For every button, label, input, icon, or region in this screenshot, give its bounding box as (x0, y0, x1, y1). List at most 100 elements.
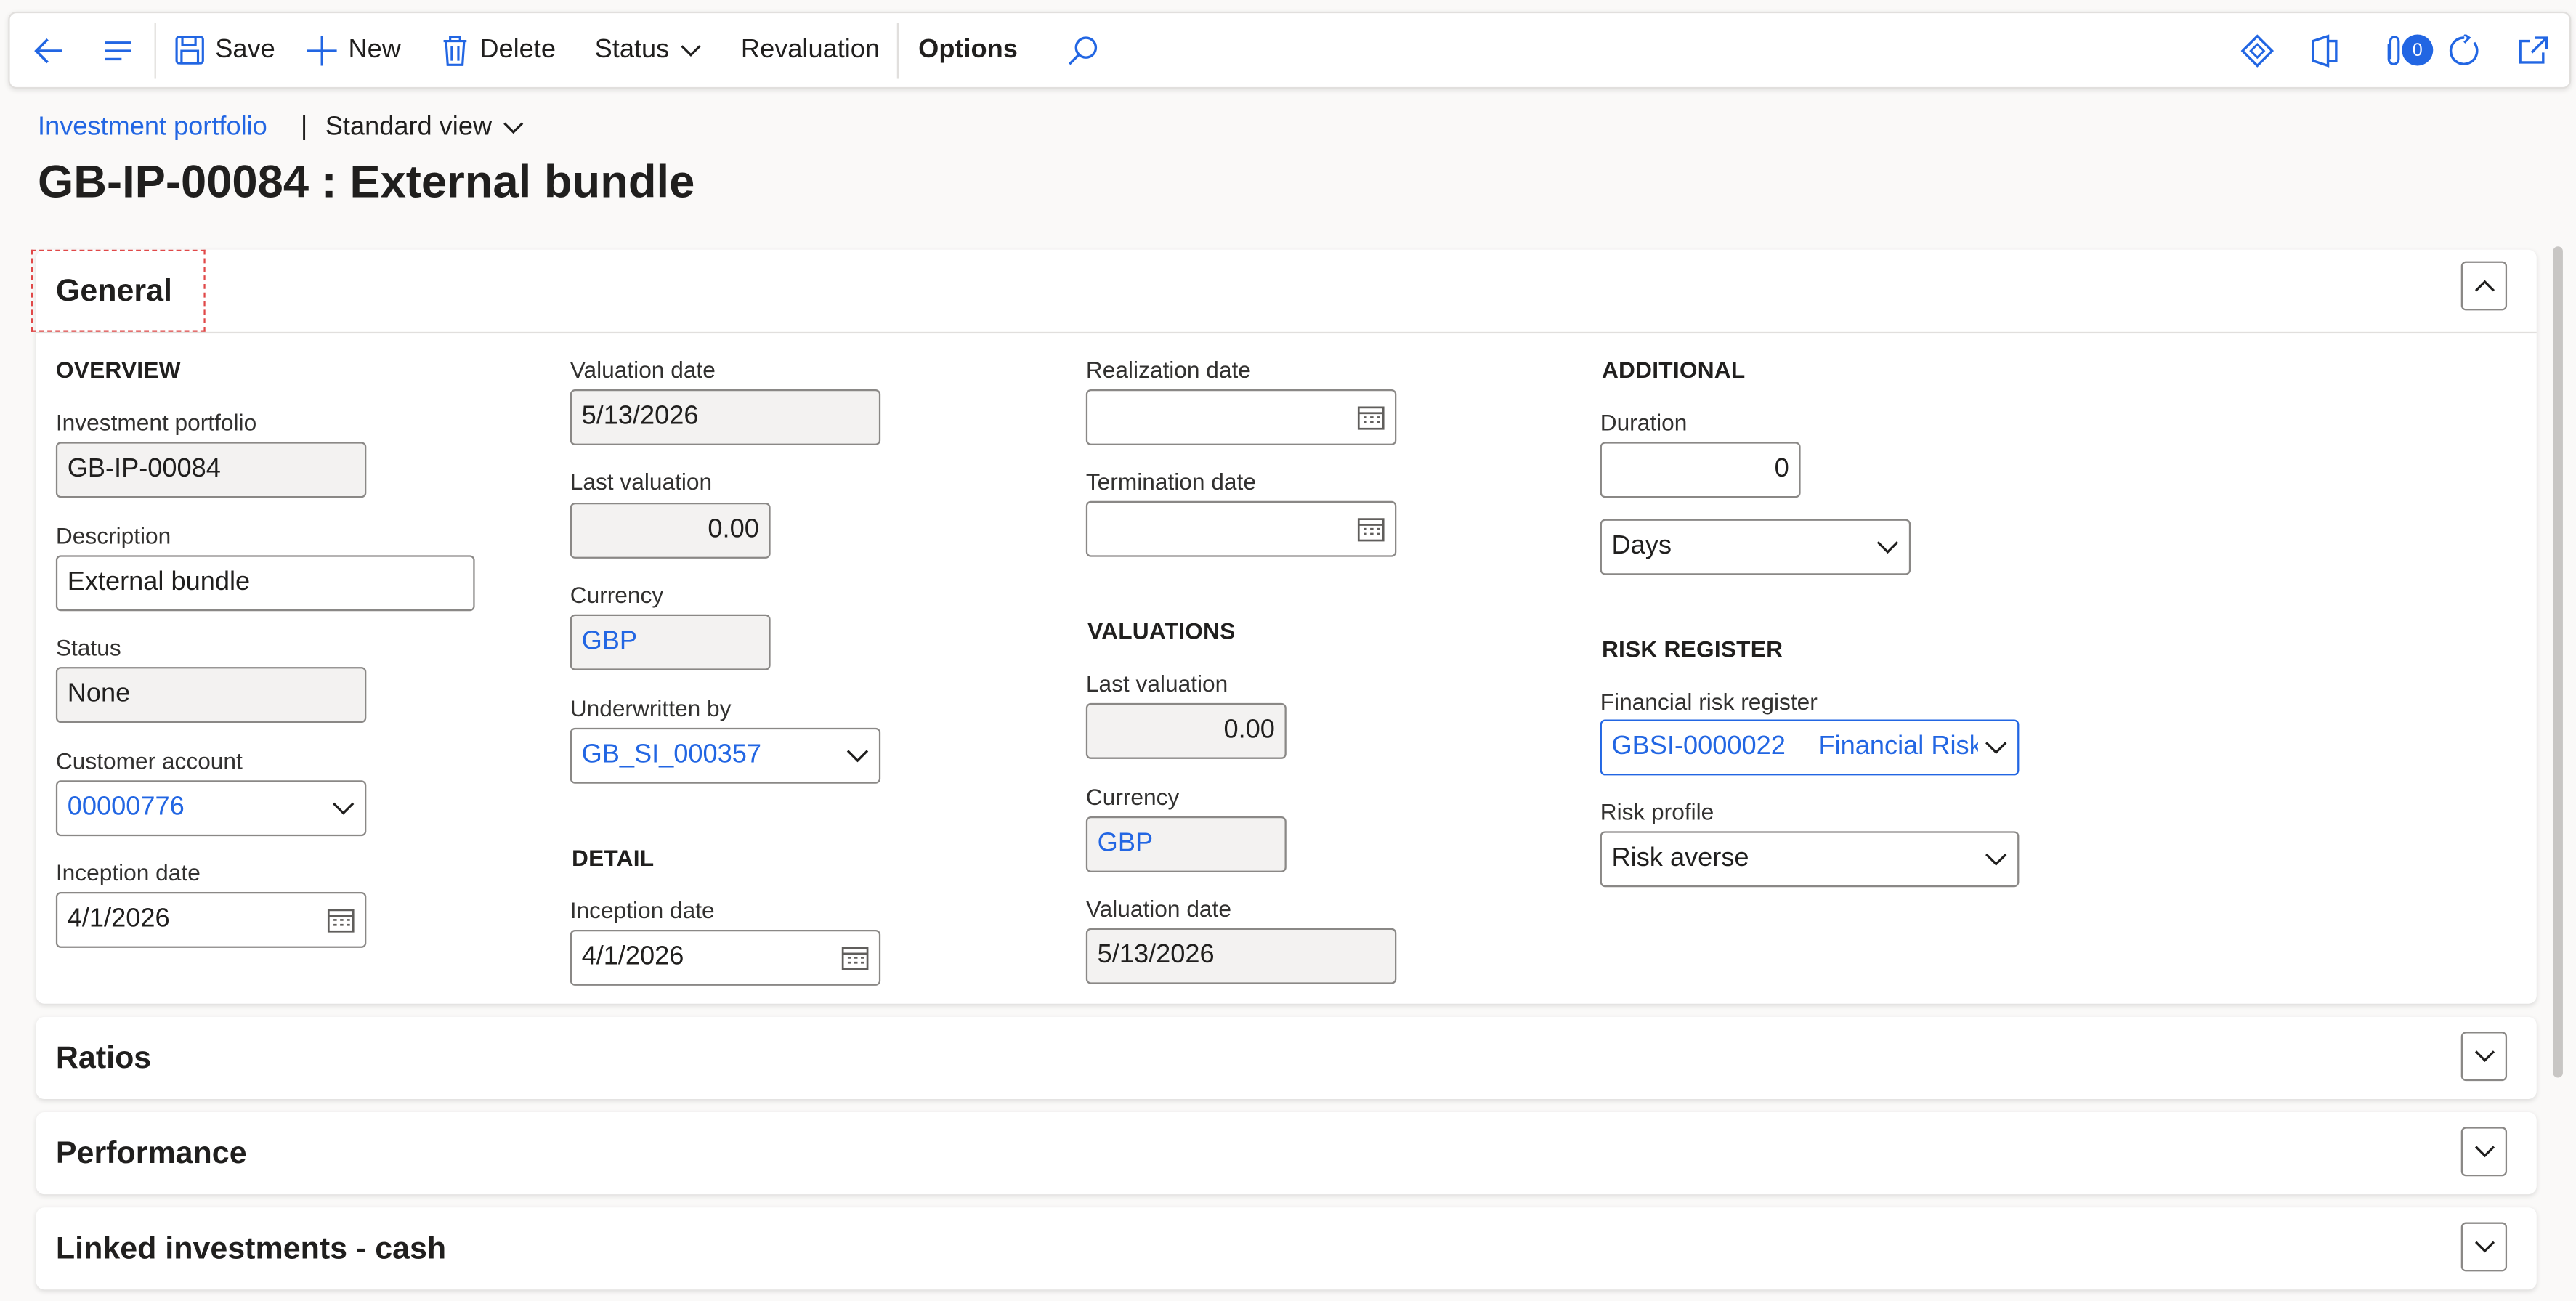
trash-icon (440, 33, 470, 66)
inception-date-value: 4/1/2026 (67, 905, 170, 933)
navigation-menu-button[interactable] (102, 13, 134, 87)
back-arrow-icon (33, 33, 65, 66)
valuations-currency-field[interactable]: GBP (1085, 816, 1287, 872)
last-valuation-value: 0.00 (708, 516, 759, 544)
refresh-button[interactable] (2448, 13, 2481, 87)
options-tab[interactable]: Options (918, 13, 1018, 87)
calendar-icon[interactable] (1357, 404, 1385, 430)
detail-inception-date-value: 4/1/2026 (581, 943, 684, 971)
action-pane: Save New Delete Status Revaluation Optio… (8, 11, 2572, 89)
valuations-valuation-date-field[interactable]: 5/13/2026 (1085, 928, 1397, 984)
expand-ratios-button[interactable] (2460, 1032, 2508, 1082)
financial-risk-register-value: GBSI-0000022 (1611, 732, 1786, 761)
chevron-down-icon (2474, 1232, 2495, 1262)
performance-section[interactable]: Performance (36, 1112, 2537, 1195)
calendar-icon[interactable] (327, 907, 355, 933)
last-valuation-label: Last valuation (570, 468, 713, 495)
chevron-down-icon (2474, 1042, 2495, 1071)
breadcrumb-separator: | (300, 113, 308, 142)
delete-button[interactable]: Delete (440, 13, 556, 87)
toolbar-divider (896, 23, 899, 79)
realization-date-label: Realization date (1085, 356, 1251, 383)
back-button[interactable] (33, 13, 65, 87)
chevron-down-icon (1985, 853, 2008, 866)
revaluation-button[interactable]: Revaluation (741, 13, 880, 87)
performance-section-title: Performance (55, 1136, 247, 1172)
duration-unit-dropdown[interactable]: Days (1600, 519, 1911, 575)
open-new-window-button[interactable] (2517, 13, 2550, 87)
focus-indicator (31, 249, 206, 332)
chevron-down-icon (332, 802, 355, 815)
customer-account-dropdown[interactable]: 00000776 (55, 780, 367, 837)
status-label: Status (594, 35, 670, 64)
underwritten-by-dropdown[interactable]: GB_SI_000357 (570, 727, 881, 784)
delete-label: Delete (479, 35, 556, 64)
risk-profile-dropdown[interactable]: Risk averse (1600, 831, 2020, 888)
office-button[interactable] (2310, 13, 2340, 87)
general-section: General (36, 249, 2537, 1004)
additional-heading: ADDITIONAL (1601, 356, 1746, 383)
investment-portfolio-field[interactable]: GB-IP-00084 (55, 442, 367, 498)
duration-field[interactable]: 0 (1600, 442, 1801, 498)
realization-date-field[interactable] (1085, 389, 1397, 445)
risk-profile-label: Risk profile (1600, 798, 1714, 825)
valuations-valuation-date-value: 5/13/2026 (1097, 941, 1215, 970)
view-selector[interactable]: Standard view (325, 113, 525, 143)
valuations-currency-value: GBP (1097, 830, 1154, 858)
new-button[interactable]: New (306, 13, 401, 87)
chevron-down-icon (846, 749, 870, 763)
linked-investments-cash-section[interactable]: Linked investments - cash (36, 1207, 2537, 1290)
valuation-date-field[interactable]: 5/13/2026 (570, 389, 881, 445)
search-button[interactable] (1066, 13, 1099, 87)
risk-profile-value: Risk averse (1611, 844, 1749, 872)
valuations-last-valuation-value: 0.00 (1223, 716, 1275, 745)
chevron-down-icon (681, 44, 702, 57)
chevron-up-icon (2474, 271, 2495, 301)
expand-performance-button[interactable] (2460, 1127, 2508, 1177)
options-label: Options (918, 35, 1018, 64)
overview-heading: OVERVIEW (55, 356, 181, 383)
valuations-heading: VALUATIONS (1087, 617, 1236, 644)
investment-portfolio-value: GB-IP-00084 (67, 455, 221, 483)
description-field[interactable]: External bundle (55, 555, 475, 612)
duration-label: Duration (1600, 409, 1688, 436)
ratios-section-title: Ratios (55, 1041, 152, 1077)
valuations-valuation-date-label: Valuation date (1085, 895, 1231, 922)
breadcrumb-investment-portfolio-link[interactable]: Investment portfolio (38, 113, 267, 143)
chevron-down-icon (2474, 1137, 2495, 1167)
floppy-disk-icon (174, 34, 206, 65)
valuations-currency-label: Currency (1085, 783, 1180, 810)
duration-unit-value: Days (1611, 532, 1672, 561)
collapse-general-button[interactable] (2460, 261, 2508, 311)
last-valuation-field[interactable]: 0.00 (570, 503, 771, 559)
customer-account-label: Customer account (55, 747, 243, 774)
view-selector-label: Standard view (325, 113, 493, 142)
detail-inception-date-field[interactable]: 4/1/2026 (570, 930, 881, 986)
chevron-down-icon (503, 113, 524, 143)
valuation-date-label: Valuation date (570, 356, 716, 383)
ratios-section[interactable]: Ratios (36, 1016, 2537, 1099)
detail-inception-date-label: Inception date (570, 896, 715, 923)
financial-risk-register-dropdown[interactable]: GBSI-0000022 Financial Risk (1600, 719, 2020, 776)
expand-linked-investments-cash-button[interactable] (2460, 1222, 2508, 1272)
new-label: New (348, 35, 401, 64)
valuations-last-valuation-field[interactable]: 0.00 (1085, 702, 1287, 759)
popout-icon (2517, 33, 2550, 66)
calendar-icon[interactable] (1357, 516, 1385, 542)
save-button[interactable]: Save (174, 13, 275, 87)
status-field[interactable]: None (55, 667, 367, 724)
termination-date-field[interactable] (1085, 500, 1397, 557)
valuations-last-valuation-label: Last valuation (1085, 670, 1228, 697)
detail-heading: DETAIL (572, 844, 655, 871)
status-label: Status (55, 633, 121, 661)
inception-date-field[interactable]: 4/1/2026 (55, 891, 367, 948)
risk-register-heading: RISK REGISTER (1601, 636, 1783, 662)
power-apps-button[interactable] (2240, 13, 2274, 87)
status-menu-button[interactable]: Status (595, 13, 702, 87)
currency-field[interactable]: GBP (570, 614, 771, 670)
underwritten-by-label: Underwritten by (570, 694, 732, 721)
vertical-scrollbar[interactable] (2553, 246, 2563, 1078)
calendar-icon[interactable] (841, 944, 869, 970)
toolbar-divider (154, 23, 156, 79)
underwritten-by-value: GB_SI_000357 (581, 740, 762, 769)
